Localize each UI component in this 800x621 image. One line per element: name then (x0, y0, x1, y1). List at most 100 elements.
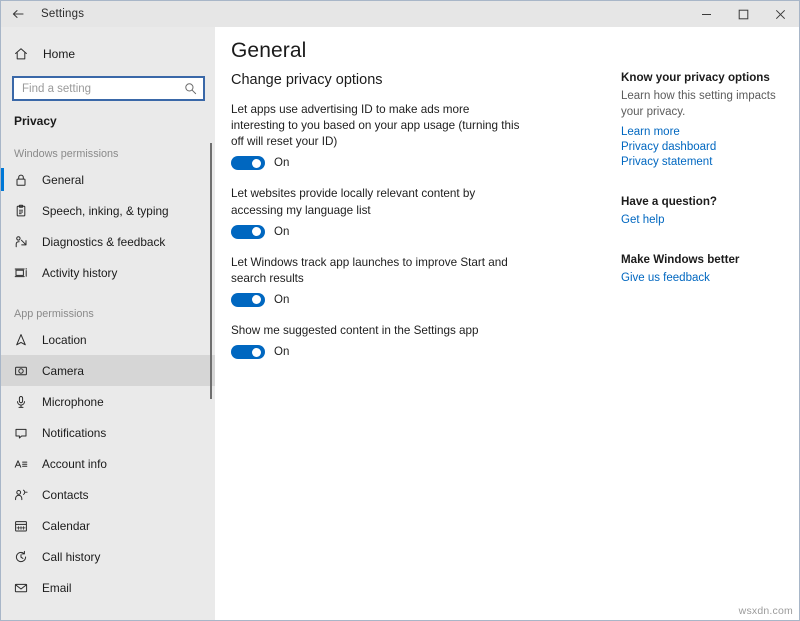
close-icon (775, 9, 786, 20)
info-heading: Have a question? (621, 195, 781, 208)
toggle-row: On (231, 225, 531, 239)
sidebar-item-call-history[interactable]: Call history (1, 541, 215, 572)
sidebar-label: Contacts (42, 488, 89, 502)
account-info-icon (14, 457, 33, 471)
sidebar-item-diagnostics-feedback[interactable]: Diagnostics & feedback (1, 226, 215, 257)
toggle-knob (252, 227, 261, 236)
app-launch-tracking-toggle[interactable] (231, 293, 265, 307)
clipboard-icon (14, 204, 33, 218)
notification-icon (14, 426, 33, 440)
group-label-windows-permissions: Windows permissions (1, 148, 215, 160)
sidebar-scrollbar[interactable] (210, 143, 212, 399)
sidebar-label: Call history (42, 550, 100, 564)
minimize-button[interactable] (688, 1, 725, 27)
minimize-icon (701, 9, 712, 20)
toggle-row: On (231, 345, 531, 359)
link-privacy-dashboard[interactable]: Privacy dashboard (621, 140, 781, 154)
back-arrow-icon (11, 7, 25, 21)
sidebar-label: Calendar (42, 519, 90, 533)
content-pane: General Change privacy options Let apps … (215, 27, 799, 620)
info-heading: Make Windows better (621, 253, 781, 266)
email-icon (14, 581, 33, 595)
setting-advertising-id: Let apps use advertising ID to make ads … (231, 102, 531, 170)
sidebar-item-location[interactable]: Location (1, 324, 215, 355)
info-section-question: Have a question? Get help (621, 195, 781, 227)
sidebar-item-microphone[interactable]: Microphone (1, 386, 215, 417)
camera-icon (14, 364, 33, 378)
info-heading: Know your privacy options (621, 71, 781, 84)
sidebar-item-camera[interactable]: Camera (1, 355, 215, 386)
sidebar-item-contacts[interactable]: Contacts (1, 479, 215, 510)
setting-description: Show me suggested content in the Setting… (231, 323, 523, 339)
microphone-icon (14, 395, 33, 409)
settings-column: Change privacy options Let apps use adve… (231, 72, 531, 375)
link-give-us-feedback[interactable]: Give us feedback (621, 271, 781, 285)
toggle-state-label: On (274, 346, 289, 358)
toggle-row: On (231, 293, 531, 307)
sidebar-label: Diagnostics & feedback (42, 235, 165, 249)
window-title: Settings (41, 8, 84, 20)
sidebar-label: Microphone (42, 395, 104, 409)
page-title: General (215, 27, 799, 63)
close-button[interactable] (762, 1, 799, 27)
toggle-knob (252, 348, 261, 357)
diagnostics-icon (14, 235, 33, 249)
navigation-pane: Home Privacy Windows permissions (1, 27, 215, 621)
sidebar-item-activity-history[interactable]: Activity history (1, 257, 215, 288)
screen: Settings (0, 0, 800, 621)
search-input[interactable] (22, 83, 184, 95)
maximize-icon (738, 9, 749, 20)
advertising-id-toggle[interactable] (231, 156, 265, 170)
search-box[interactable] (12, 76, 205, 101)
toggle-knob (252, 295, 261, 304)
sidebar-label: Email (42, 581, 72, 595)
setting-suggested-content: Show me suggested content in the Setting… (231, 323, 531, 359)
back-button[interactable] (1, 1, 35, 27)
toggle-state-label: On (274, 226, 289, 238)
sidebar-label: Speech, inking, & typing (42, 204, 169, 218)
info-body: Learn how this setting impacts your priv… (621, 89, 781, 120)
sidebar-item-speech-inking-typing[interactable]: Speech, inking, & typing (1, 195, 215, 226)
settings-window: Settings (0, 0, 800, 621)
setting-description: Let Windows track app launches to improv… (231, 255, 523, 287)
watermark: wsxdn.com (739, 605, 793, 617)
activity-history-icon (14, 266, 33, 280)
call-history-icon (14, 550, 33, 564)
sidebar-label: Account info (42, 457, 107, 471)
sidebar-label: Activity history (42, 266, 117, 280)
section-heading: Change privacy options (231, 72, 531, 88)
home-icon (14, 47, 34, 61)
sidebar-label: Camera (42, 364, 84, 378)
search-icon (184, 82, 197, 95)
link-learn-more[interactable]: Learn more (621, 125, 781, 139)
language-list-toggle[interactable] (231, 225, 265, 239)
maximize-button[interactable] (725, 1, 762, 27)
sidebar-category-title: Privacy (1, 101, 215, 128)
sidebar-item-general[interactable]: General (1, 164, 215, 195)
sidebar-label: General (42, 173, 84, 187)
calendar-icon (14, 519, 33, 533)
link-privacy-statement[interactable]: Privacy statement (621, 155, 781, 169)
sidebar-item-home[interactable]: Home (1, 38, 215, 70)
title-bar: Settings (1, 1, 799, 27)
lock-icon (14, 173, 33, 187)
toggle-knob (252, 159, 261, 168)
sidebar-label: Location (42, 333, 87, 347)
toggle-state-label: On (274, 294, 289, 306)
sidebar-label: Notifications (42, 426, 106, 440)
setting-language-list: Let websites provide locally relevant co… (231, 186, 531, 238)
sidebar-item-email[interactable]: Email (1, 572, 215, 603)
group-label-app-permissions: App permissions (1, 308, 215, 320)
link-get-help[interactable]: Get help (621, 213, 781, 227)
toggle-state-label: On (274, 157, 289, 169)
sidebar-item-account-info[interactable]: Account info (1, 448, 215, 479)
toggle-row: On (231, 156, 531, 170)
related-info-pane: Know your privacy options Learn how this… (621, 71, 781, 311)
info-section-make-windows-better: Make Windows better Give us feedback (621, 253, 781, 285)
sidebar-home-label: Home (43, 47, 75, 61)
setting-app-launch-tracking: Let Windows track app launches to improv… (231, 255, 531, 307)
sidebar-item-calendar[interactable]: Calendar (1, 510, 215, 541)
location-pin-icon (14, 333, 33, 347)
sidebar-item-notifications[interactable]: Notifications (1, 417, 215, 448)
suggested-content-toggle[interactable] (231, 345, 265, 359)
